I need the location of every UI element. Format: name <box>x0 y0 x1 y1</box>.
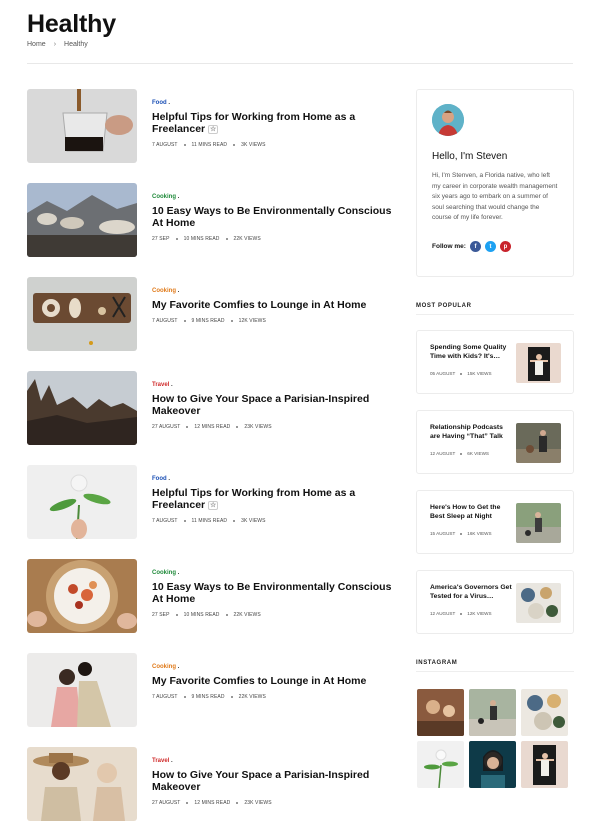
twitter-icon[interactable]: t <box>484 241 496 252</box>
popular-thumbnail[interactable] <box>516 503 561 543</box>
breadcrumb-home-link[interactable]: Home <box>27 41 46 48</box>
article-meta: 27 SEP 10 MINS READ 22K VIEWS <box>152 612 261 618</box>
article-thumbnail[interactable] <box>27 653 137 727</box>
popular-title[interactable]: America's Governors Get Tested for a Vir… <box>430 583 514 601</box>
breadcrumb: Home › Healthy <box>27 41 88 48</box>
category-label[interactable]: Food . <box>152 100 392 106</box>
header-divider <box>27 63 573 64</box>
section-divider <box>416 314 574 315</box>
facebook-icon[interactable]: f <box>469 241 481 252</box>
popular-meta: 05 AUGUST 15K VIEWS <box>430 371 492 376</box>
article-title[interactable]: How to Give Your Space a Parisian-Inspir… <box>152 393 392 417</box>
article-title[interactable]: How to Give Your Space a Parisian-Inspir… <box>152 769 392 793</box>
article-card[interactable]: Food . Helpful Tips for Working from Hom… <box>27 465 392 540</box>
category-label[interactable]: Cooking . <box>152 194 392 200</box>
popular-meta: 15 AUGUST 16K VIEWS <box>430 531 492 536</box>
article-card[interactable]: Cooking . My Favorite Comfies to Lounge … <box>27 277 392 352</box>
popular-thumbnail[interactable] <box>516 423 561 463</box>
category-label[interactable]: Travel . <box>152 758 392 764</box>
popular-post[interactable]: Relationship Podcasts are Having “That” … <box>416 410 574 474</box>
instagram-photo[interactable] <box>417 689 464 736</box>
article-thumbnail[interactable] <box>27 559 137 633</box>
instagram-photo[interactable] <box>521 741 568 788</box>
article-title[interactable]: Helpful Tips for Working from Home as a … <box>152 111 392 135</box>
instagram-photo[interactable] <box>469 741 516 788</box>
article-card[interactable]: Cooking . 10 Easy Ways to Be Environment… <box>27 559 392 634</box>
category-label[interactable]: Travel . <box>152 382 392 388</box>
follow-label: Follow me: <box>432 243 466 250</box>
article-meta: 27 SEP 10 MINS READ 22K VIEWS <box>152 236 261 242</box>
article-card[interactable]: Cooking . My Favorite Comfies to Lounge … <box>27 653 392 728</box>
article-meta: 7 AUGUST 9 MINS READ 22K VIEWS <box>152 694 266 700</box>
star-icon[interactable]: ☆ <box>208 124 219 134</box>
category-label[interactable]: Food . <box>152 476 392 482</box>
star-icon[interactable]: ☆ <box>208 500 219 510</box>
article-title[interactable]: My Favorite Comfies to Lounge in At Home <box>152 675 392 687</box>
article-thumbnail[interactable] <box>27 277 137 351</box>
article-meta: 7 AUGUST 11 MINS READ 3K VIEWS <box>152 142 266 148</box>
most-popular-heading: MOST POPULAR <box>416 303 472 309</box>
popular-title[interactable]: Spending Some Quality Time with Kids? It… <box>430 343 514 361</box>
article-card[interactable]: Travel . How to Give Your Space a Parisi… <box>27 371 392 446</box>
popular-title[interactable]: Here's How to Get the Best Sleep at Nigh… <box>430 503 514 521</box>
popular-post[interactable]: America's Governors Get Tested for a Vir… <box>416 570 574 634</box>
instagram-heading: INSTAGRAM <box>416 660 458 666</box>
article-meta: 27 AUGUST 12 MINS READ 23K VIEWS <box>152 800 272 806</box>
section-divider <box>416 671 574 672</box>
breadcrumb-separator: › <box>53 41 57 48</box>
instagram-photo[interactable] <box>469 689 516 736</box>
category-label[interactable]: Cooking . <box>152 664 392 670</box>
article-title[interactable]: 10 Easy Ways to Be Environmentally Consc… <box>152 205 392 229</box>
article-meta: 27 AUGUST 12 MINS READ 23K VIEWS <box>152 424 272 430</box>
article-card[interactable]: Cooking . 10 Easy Ways to Be Environment… <box>27 183 392 258</box>
follow-me: Follow me: f t p <box>432 241 511 252</box>
instagram-grid <box>417 689 569 788</box>
author-greeting: Hello, I'm Steven <box>432 151 508 162</box>
category-label[interactable]: Cooking . <box>152 288 392 294</box>
breadcrumb-current: Healthy <box>64 41 88 48</box>
article-thumbnail[interactable] <box>27 371 137 445</box>
popular-meta: 12 AUGUST 12K VIEWS <box>430 611 492 616</box>
instagram-photo[interactable] <box>521 689 568 736</box>
article-title[interactable]: 10 Easy Ways to Be Environmentally Consc… <box>152 581 392 605</box>
page-title: Healthy <box>27 10 116 38</box>
article-title[interactable]: Helpful Tips for Working from Home as a … <box>152 487 392 511</box>
popular-post[interactable]: Spending Some Quality Time with Kids? It… <box>416 330 574 394</box>
article-meta: 7 AUGUST 11 MINS READ 3K VIEWS <box>152 518 266 524</box>
article-title[interactable]: My Favorite Comfies to Lounge in At Home <box>152 299 392 311</box>
popular-meta: 12 AUGUST 6K VIEWS <box>430 451 489 456</box>
category-label[interactable]: Cooking . <box>152 570 392 576</box>
avatar[interactable] <box>432 104 464 136</box>
instagram-photo[interactable] <box>417 741 464 788</box>
article-meta: 7 AUGUST 9 MINS READ 12K VIEWS <box>152 318 266 324</box>
author-bio: Hi, I'm Stenven, a Florida native, who l… <box>432 172 558 221</box>
pinterest-icon[interactable]: p <box>499 241 511 252</box>
article-thumbnail[interactable] <box>27 465 137 539</box>
popular-thumbnail[interactable] <box>516 343 561 383</box>
popular-thumbnail[interactable] <box>516 583 561 623</box>
popular-post[interactable]: Here's How to Get the Best Sleep at Nigh… <box>416 490 574 554</box>
author-card: Hello, I'm Steven Hi, I'm Stenven, a Flo… <box>416 89 574 277</box>
article-thumbnail[interactable] <box>27 89 137 163</box>
article-thumbnail[interactable] <box>27 747 137 821</box>
article-card[interactable]: Travel . How to Give Your Space a Parisi… <box>27 747 392 821</box>
article-thumbnail[interactable] <box>27 183 137 257</box>
article-card[interactable]: Food . Helpful Tips for Working from Hom… <box>27 89 392 164</box>
popular-title[interactable]: Relationship Podcasts are Having “That” … <box>430 423 514 441</box>
